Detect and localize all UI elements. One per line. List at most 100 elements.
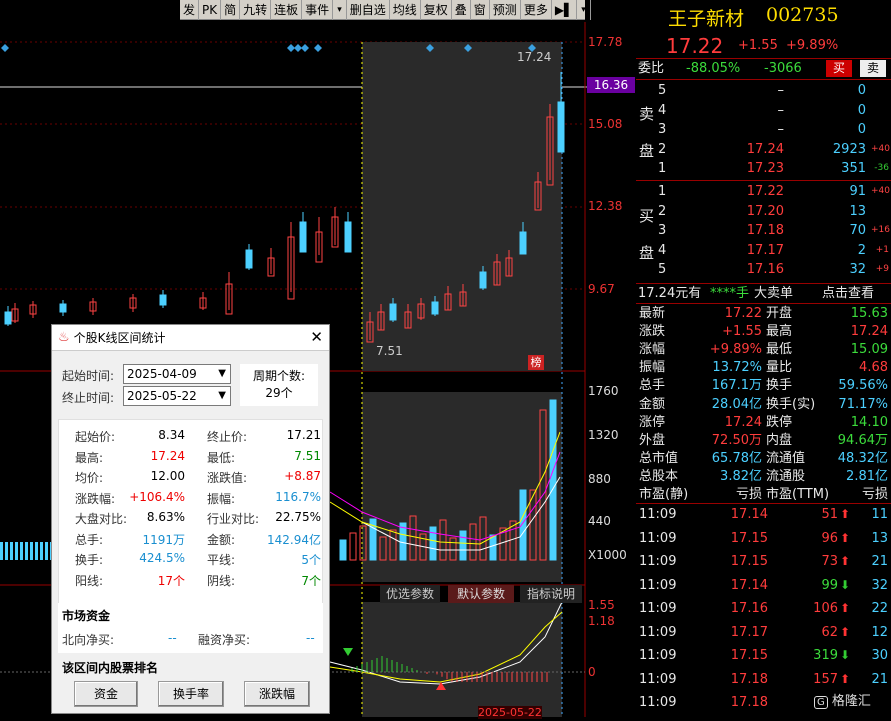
- volume-bar: [15, 542, 18, 560]
- stat-row: 总股本 3.82亿 流通股 2.81亿: [636, 467, 891, 486]
- toolbar-item[interactable]: 叠: [452, 0, 471, 20]
- close-icon[interactable]: ✕: [310, 328, 323, 346]
- price-axis-label: 15.08: [588, 117, 623, 131]
- margin-label: 融资净买:: [198, 633, 251, 647]
- buy_side-row: 3 17.18 70 +16: [656, 221, 891, 240]
- north-label: 北向净买:: [62, 633, 115, 647]
- stat-value: 14.10: [850, 414, 888, 430]
- stat-label: 市盈(TTM): [766, 487, 830, 502]
- tick-count: 22: [871, 601, 888, 616]
- tick-volume: 319: [813, 648, 838, 663]
- toolbar-item[interactable]: 事件: [302, 0, 334, 20]
- tab-indicator-info[interactable]: 指标说明: [520, 585, 582, 603]
- dialog-stat-value: 1191万: [142, 532, 185, 547]
- stat-value: 亏损: [861, 487, 888, 502]
- level-number: 2: [658, 141, 667, 157]
- buy_side-row: 5 17.16 32 +9: [656, 260, 891, 279]
- dialog-stat-value: +106.4%: [129, 489, 185, 504]
- stat-label: 流通股: [766, 468, 806, 484]
- chevron-down-icon: ▼: [218, 390, 226, 401]
- end-date-select[interactable]: 2025-05-22 ▼: [123, 386, 231, 406]
- rank-fund-button[interactable]: 资金: [74, 681, 138, 707]
- watermark: G 格隆汇: [814, 690, 871, 709]
- order-price: –: [777, 102, 785, 118]
- order-price: 17.24: [746, 141, 784, 157]
- volume-bar: [459, 530, 467, 561]
- toolbar-item[interactable]: 复权: [421, 0, 452, 20]
- tick-count: 30: [871, 648, 888, 663]
- toolbar-item[interactable]: ▾: [333, 0, 347, 20]
- stat-value: 3.82亿: [720, 468, 762, 484]
- sell-button[interactable]: 卖: [860, 60, 886, 77]
- toolbar-item[interactable]: 九转: [240, 0, 272, 20]
- dialog-stat-label: 金额:: [207, 532, 236, 547]
- sell_side-row: 2 17.24 2923 +40: [656, 140, 891, 159]
- tick-time: 11:09: [639, 695, 677, 710]
- order-change: +40: [871, 143, 890, 154]
- candle-body: [431, 301, 439, 315]
- toolbar-item[interactable]: ▶▌: [552, 0, 578, 20]
- candle-body: [299, 221, 307, 253]
- tick-volume: 157: [813, 671, 838, 687]
- ranking-badge[interactable]: 榜: [528, 355, 544, 370]
- stat-label: 流通值: [766, 450, 806, 466]
- dialog-titlebar[interactable]: ♨ 个股K线区间统计 ✕: [52, 325, 329, 351]
- buy-button[interactable]: 买: [826, 60, 852, 77]
- tick-price: 17.15: [730, 530, 768, 546]
- level-number: 4: [658, 102, 667, 118]
- rank-change-button[interactable]: 涨跌幅: [244, 681, 310, 707]
- chart-toolbar: 发 PK 简九转 连板 事件 ▾ 删自选 均线 复权叠窗预测 更多 ▶▌ ▾: [180, 0, 591, 20]
- dialog-stat-label: 大盘对比:: [75, 512, 128, 526]
- stat-label: 量比: [766, 360, 793, 376]
- candle-body: [4, 311, 12, 325]
- toolbar-item[interactable]: PK: [199, 0, 222, 20]
- low-price-label: 7.51: [376, 344, 403, 358]
- volume-bar: [35, 542, 38, 560]
- stat-row: 涨跌 +1.55 最高 17.24: [636, 322, 891, 341]
- tick-volume: 73: [821, 554, 838, 569]
- toolbar-item[interactable]: 均线: [390, 0, 421, 20]
- dialog-stat-value: 8.34: [158, 428, 185, 442]
- toolbar-item[interactable]: 删自选: [347, 0, 390, 20]
- tick-row: 11:09 17.15 96 ⬆ 13: [636, 529, 891, 548]
- toolbar-item[interactable]: 预测: [490, 0, 521, 20]
- toolbar-item[interactable]: ▾: [577, 0, 591, 20]
- watermark-text: 格隆汇: [831, 694, 871, 709]
- arrow-up-icon: ⬆: [840, 507, 851, 521]
- tab-default-params[interactable]: 默认参数: [448, 585, 514, 603]
- sell_side-row: 3 – 0: [656, 120, 891, 139]
- tick-row: 11:09 17.14 51 ⬆ 11: [636, 505, 891, 524]
- level-number: 1: [658, 161, 667, 176]
- stat-value: +9.89%: [709, 342, 762, 358]
- stat-row: 涨幅 +9.89% 最低 15.09: [636, 340, 891, 359]
- current-price-marker: 16.36: [587, 77, 635, 93]
- dialog-stat-label: 均价:: [75, 471, 104, 485]
- tick-price: 17.14: [730, 577, 768, 593]
- end-date-value: 2025-05-22: [127, 389, 197, 403]
- tab-optimal-params[interactable]: 优选参数: [380, 585, 440, 603]
- tick-count: 21: [871, 671, 888, 687]
- order-volume: 91: [849, 184, 866, 199]
- buy-side-label: 盘: [639, 244, 655, 262]
- tick-count: 11: [871, 507, 888, 522]
- big-order-link[interactable]: 点击查看: [822, 284, 874, 303]
- volume-bar: [10, 542, 13, 560]
- big-order-bar[interactable]: 17.24元有 ****手 大卖单 点击查看: [636, 284, 891, 303]
- interval-stats-dialog[interactable]: ♨ 个股K线区间统计 ✕ 起始时间: 2025-04-09 ▼ 终止时间: 202…: [51, 324, 330, 714]
- start-date-select[interactable]: 2025-04-09 ▼: [123, 364, 231, 384]
- toolbar-item[interactable]: 更多: [521, 0, 552, 20]
- weibi-diff: -3066: [764, 61, 802, 76]
- toolbar-item[interactable]: 发: [180, 0, 200, 20]
- price-axis-label: 17.78: [588, 35, 623, 49]
- volume-bar: [20, 542, 23, 560]
- end-time-label: 终止时间:: [62, 391, 115, 405]
- stat-label: 涨幅: [639, 342, 666, 358]
- buy_side-row: 4 17.17 2 +1: [656, 241, 891, 260]
- rank-turnover-button[interactable]: 换手率: [158, 681, 224, 707]
- toolbar-item[interactable]: 窗: [471, 0, 490, 20]
- toolbar-item[interactable]: 连板: [271, 0, 303, 20]
- tick-volume: 96: [821, 530, 838, 546]
- dialog-stat-value: 12.00: [150, 469, 185, 483]
- toolbar-item[interactable]: 简: [221, 0, 241, 20]
- fund-title: 市场资金: [62, 609, 111, 623]
